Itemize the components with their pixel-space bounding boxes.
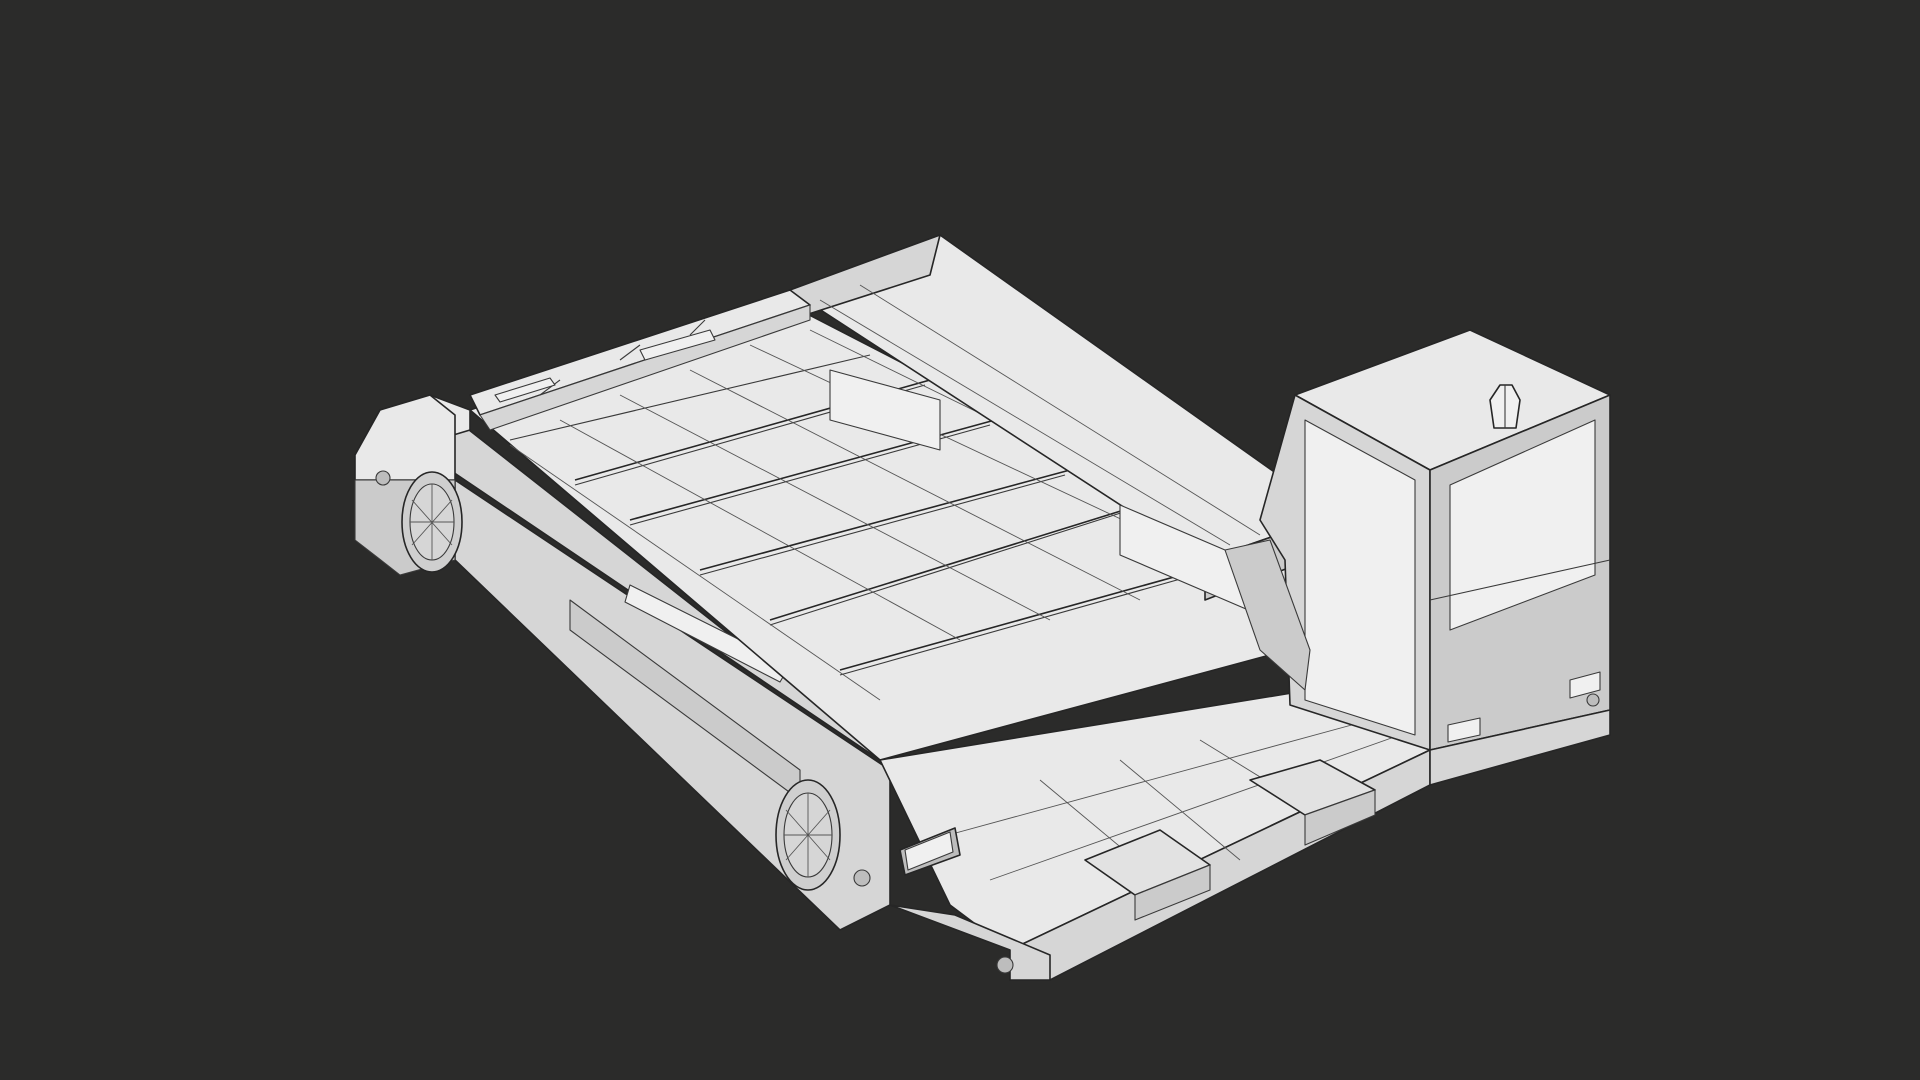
front-wheel-icon (775, 779, 841, 891)
cart-model (354, 234, 1611, 981)
3d-viewport[interactable] (0, 0, 1920, 1080)
rear-wheel-icon (401, 471, 463, 573)
